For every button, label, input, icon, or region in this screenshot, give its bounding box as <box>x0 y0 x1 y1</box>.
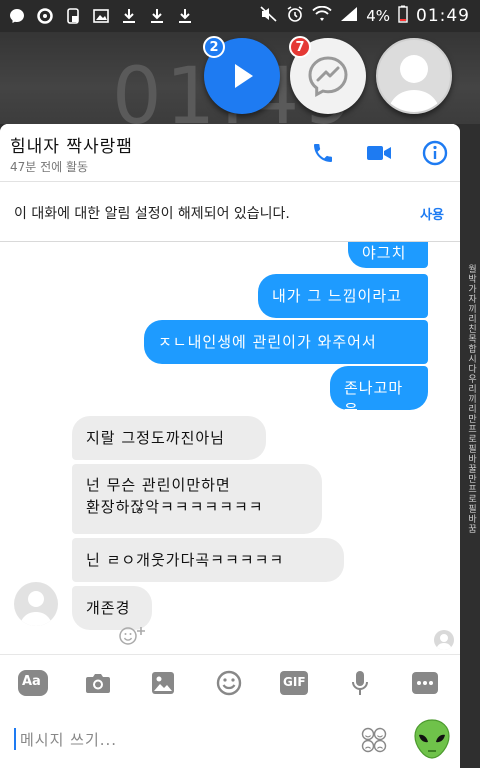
side-strip-text: 월박가자끼리친목합시다우리끼리만프로필바꿀만프로필바꿈 <box>466 264 476 534</box>
composer: 메시지 쓰기... <box>0 710 460 768</box>
microphone-icon <box>352 671 368 695</box>
status-bar: 4% 01:49 <box>0 0 480 32</box>
clock: 01:49 <box>416 6 470 26</box>
wifi-icon <box>312 5 332 26</box>
message-bubble-outgoing[interactable]: 존나고마움 <box>330 366 428 419</box>
signal-icon <box>340 6 358 26</box>
enable-notifications-button[interactable]: 사용 <box>420 204 444 223</box>
active-status: 47분 전에 활동 <box>10 160 89 174</box>
default-avatar-icon <box>20 591 52 626</box>
gif-label: GIF <box>283 675 306 689</box>
call-button[interactable] <box>306 136 340 170</box>
messenger-notification-icon <box>8 8 26 24</box>
text-cursor <box>14 728 16 750</box>
alien-emoji-icon <box>414 719 450 759</box>
chat-head-contact[interactable] <box>376 38 452 114</box>
seen-avatar <box>434 630 454 650</box>
aa-label: Aa <box>22 674 41 689</box>
notice-text: 이 대화에 대한 알림 설정이 해제되어 있습니다. <box>14 206 290 222</box>
info-icon <box>422 140 448 166</box>
emoji-picker-button[interactable] <box>360 726 388 754</box>
conversation-title[interactable]: 힘내자 짝사랑팸 <box>10 132 133 157</box>
message-list[interactable]: 야그치 내가 그 느낌이라고 ㅈㄴ내인생에 관린이가 와주어서 존나고마움 지랄… <box>0 242 460 652</box>
download-icon <box>120 8 138 24</box>
add-emoji-icon <box>119 627 145 645</box>
gallery-button[interactable] <box>148 669 178 697</box>
contact-avatar[interactable] <box>14 582 58 626</box>
phone-screen-icon <box>64 8 82 24</box>
image-icon <box>92 8 110 24</box>
message-input[interactable]: 메시지 쓰기... <box>20 729 117 750</box>
add-reaction-button[interactable] <box>118 624 146 646</box>
more-icon <box>412 672 438 694</box>
phone-icon <box>314 144 332 162</box>
battery-icon <box>398 5 408 27</box>
text-style-button[interactable]: Aa <box>18 669 48 697</box>
camera-button[interactable] <box>83 669 113 697</box>
message-line: 넌 무슨 관린이만하면 <box>86 476 231 494</box>
download-icon <box>176 8 194 24</box>
message-bubble-outgoing[interactable]: 내가 그 느낌이라고 <box>258 274 428 318</box>
message-bubble-incoming[interactable]: 지랄 그정도까진아님 <box>72 416 266 460</box>
unread-badge: 7 <box>289 36 311 58</box>
unread-badge: 2 <box>203 36 225 58</box>
quick-reaction-button[interactable] <box>412 718 452 760</box>
alarm-icon <box>286 5 304 27</box>
default-avatar-icon <box>436 634 452 650</box>
voice-button[interactable] <box>345 669 375 697</box>
download-icon <box>148 8 166 24</box>
message-bubble-incoming[interactable]: 닌 ㄹㅇ개웃가다곡ㅋㅋㅋㅋㅋ <box>72 538 344 582</box>
notification-notice: 이 대화에 대한 알림 설정이 해제되어 있습니다. 사용 <box>0 182 460 242</box>
message-bubble-outgoing[interactable]: 야그치 <box>348 242 428 268</box>
gif-button[interactable]: GIF <box>279 669 309 697</box>
battery-percent: 4% <box>366 7 390 25</box>
video-call-button[interactable] <box>362 136 396 170</box>
mute-icon <box>260 6 278 26</box>
default-avatar-icon <box>388 55 440 112</box>
sticker-button[interactable] <box>214 669 244 697</box>
image-icon <box>152 672 174 694</box>
conversation-header: 힘내자 짝사랑팸 47분 전에 활동 <box>0 124 460 182</box>
message-bubble-outgoing[interactable]: ㅈㄴ내인생에 관린이가 와주어서 <box>144 320 428 364</box>
smiley-icon <box>216 670 242 696</box>
message-bubble-incoming[interactable]: 넌 무슨 관린이만하면 환장하잖악ㅋㅋㅋㅋㅋㅋㅋ <box>72 464 322 534</box>
video-camera-icon <box>367 146 391 160</box>
conversation-panel: 힘내자 짝사랑팸 47분 전에 활동 이 대화에 대한 알림 설정이 해제되어 … <box>0 124 460 768</box>
message-line: 환장하잖악ㅋㅋㅋㅋㅋㅋㅋ <box>86 498 264 516</box>
record-icon <box>36 8 54 24</box>
composer-toolbar: Aa GIF <box>0 654 460 710</box>
camera-icon <box>86 674 110 693</box>
info-button[interactable] <box>418 136 452 170</box>
emoji-faces-icon <box>361 727 387 753</box>
more-button[interactable] <box>410 669 440 697</box>
